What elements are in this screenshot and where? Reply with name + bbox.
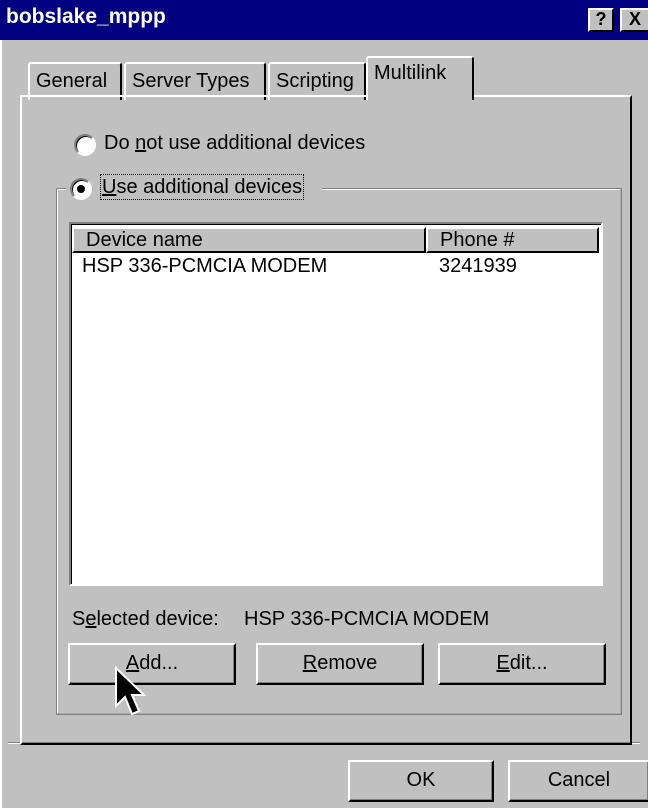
radio-no-devices-label-part2: ot use additional devices: [146, 132, 366, 154]
radio-no-devices-label[interactable]: Do not use additional devices: [104, 132, 365, 155]
help-button[interactable]: ?: [588, 8, 614, 32]
radio-use-devices-label[interactable]: Use additional devices: [99, 174, 305, 200]
ok-button[interactable]: OK: [348, 760, 494, 802]
mouse-pointer-icon: [115, 666, 147, 716]
radio-use-devices[interactable]: [70, 178, 92, 200]
tab-multilink[interactable]: Multilink: [366, 56, 474, 100]
radio-no-devices-mnemonic: n: [135, 132, 147, 154]
radio-use-devices-focus: Use additional devices: [99, 174, 305, 200]
window-title: bobslake_mppp: [6, 5, 166, 28]
active-tab-join: [368, 95, 472, 99]
radio-no-devices[interactable]: [74, 134, 96, 156]
cancel-button[interactable]: Cancel: [508, 760, 648, 802]
radio-use-devices-label-text: se additional devices: [116, 176, 303, 198]
close-button[interactable]: X: [620, 8, 648, 32]
radio-no-devices-label-part1: Do: [104, 132, 136, 154]
radio-use-devices-mnemonic: U: [102, 176, 117, 198]
radio-selected-dot: [77, 185, 85, 193]
